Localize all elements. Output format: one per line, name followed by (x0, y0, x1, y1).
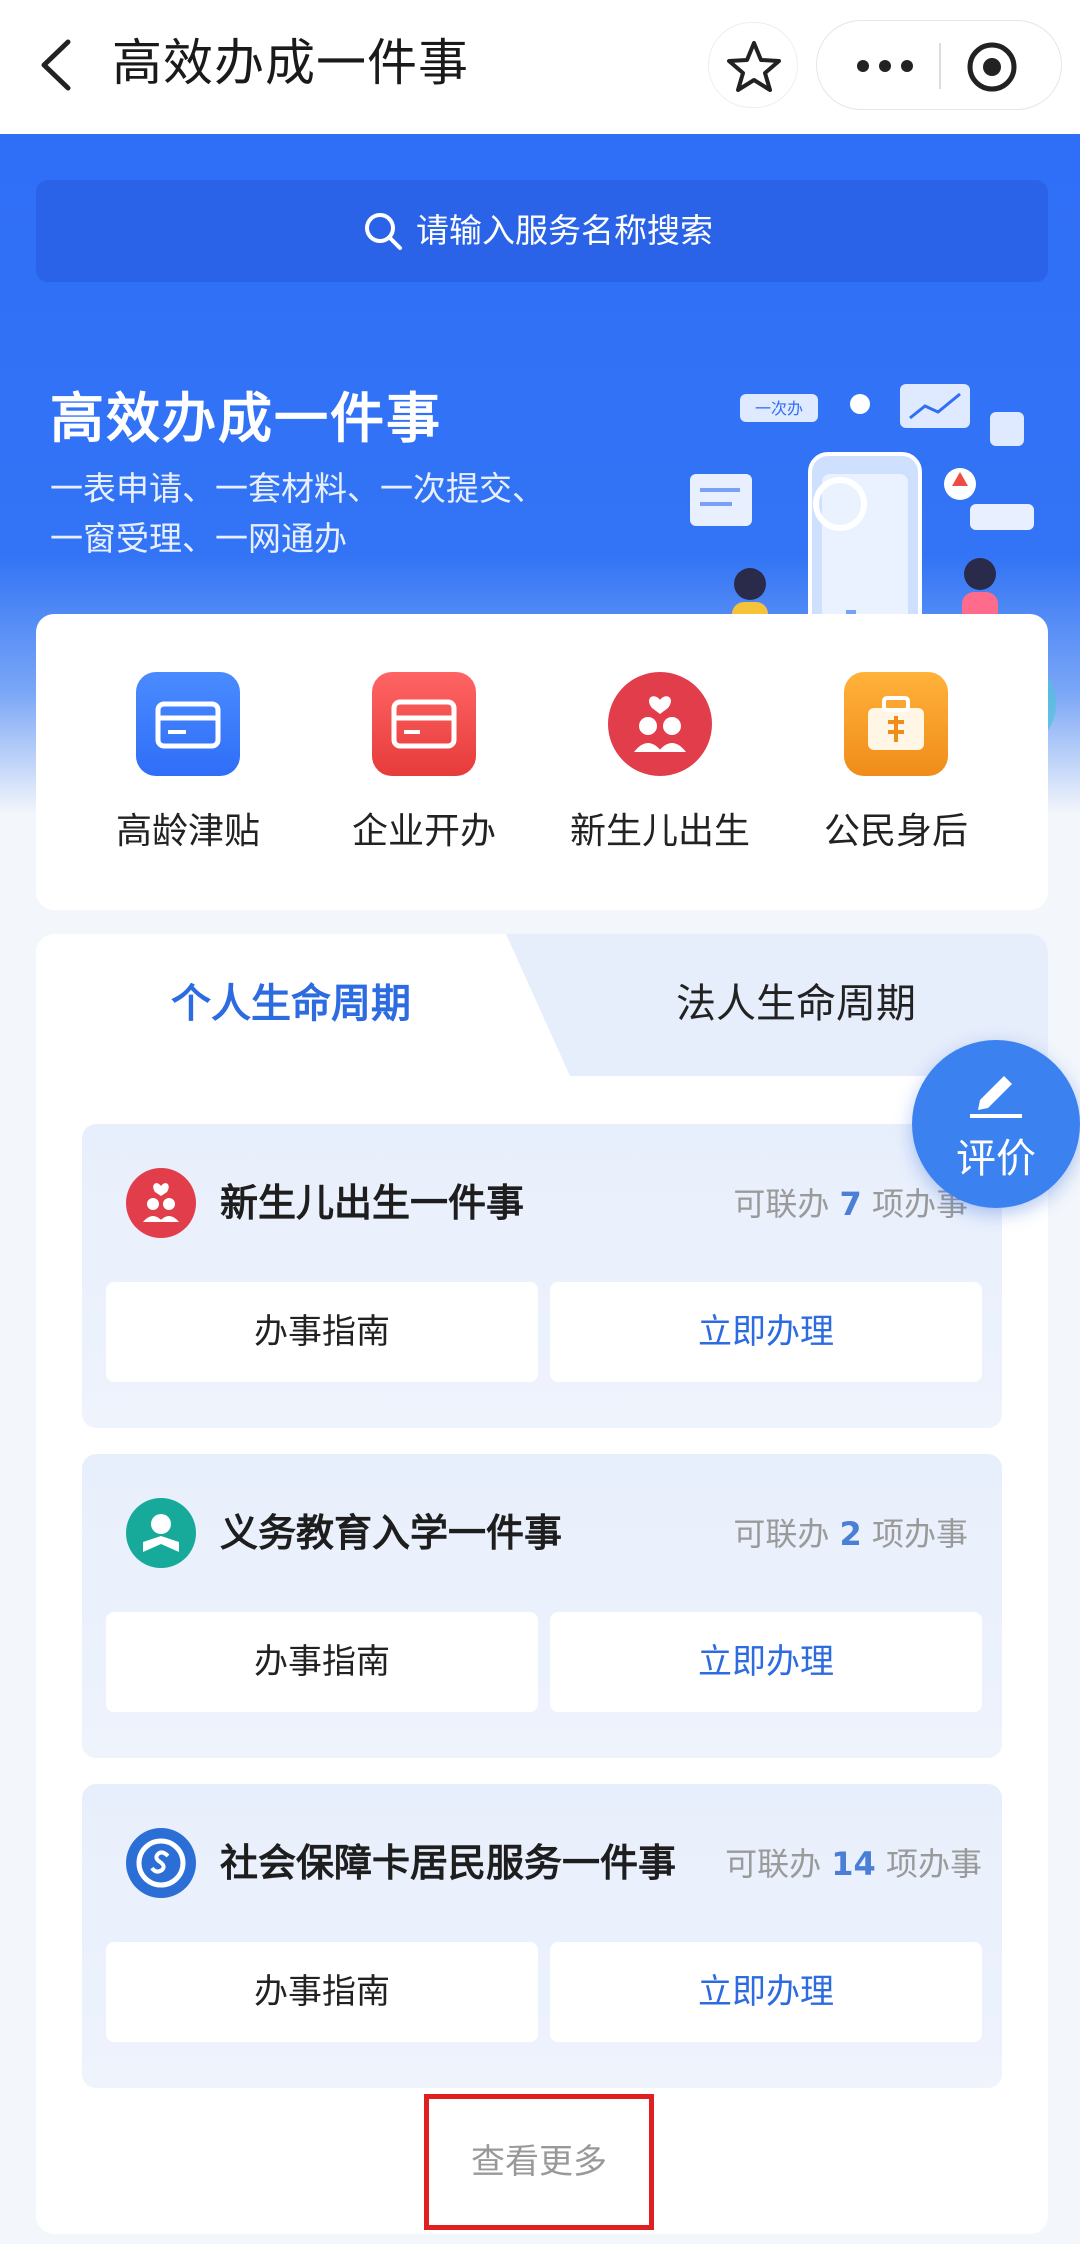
mini-program-capsule (816, 20, 1062, 110)
quick-item-label: 公民身后 (823, 811, 968, 852)
service-count: 可联办 14 项办事 (725, 1834, 982, 1894)
service-name: 义务教育入学一件事 (220, 1511, 563, 1555)
service-name: 新生儿出生一件事 (220, 1181, 525, 1225)
service-count: 可联办 2 项办事 (733, 1504, 968, 1564)
search-placeholder: 请输入服务名称搜索 (416, 211, 713, 250)
quick-item-label: 高龄津贴 (115, 811, 260, 852)
guide-button[interactable]: 办事指南 (106, 1612, 538, 1712)
count-suffix: 项办事 (871, 1515, 968, 1553)
more-options-icon[interactable] (847, 41, 923, 91)
hero-subtitle-line: 一窗受理、一网通办 (50, 519, 347, 558)
view-more-button[interactable]: 查看更多 (429, 2099, 649, 2225)
star-icon (727, 41, 781, 92)
hero-title: 高效办成一件事 (50, 387, 442, 450)
newborn-icon (126, 1168, 196, 1238)
service-card: 义务教育入学一件事 可联办 2 项办事 办事指南 立即办理 (82, 1454, 1002, 1758)
count-prefix: 可联办 (733, 1185, 830, 1223)
close-target-icon[interactable] (963, 38, 1021, 96)
quick-item-citizen-posthumous[interactable]: 公民身后 (796, 672, 996, 872)
hero-subtitle-line: 一表申请、一套材料、一次提交、 (50, 469, 545, 508)
briefcase-icon (844, 672, 948, 776)
student-icon (126, 1498, 196, 1568)
view-more-highlight: 查看更多 (424, 2094, 654, 2230)
count-suffix: 项办事 (885, 1845, 982, 1883)
apply-button[interactable]: 立即办理 (550, 1282, 982, 1382)
count-prefix: 可联办 (733, 1515, 830, 1553)
count-number: 2 (839, 1515, 862, 1553)
service-name: 社会保障卡居民服务一件事 (220, 1841, 677, 1885)
lifecycle-card: 个人生命周期 法人生命周期 新生儿出生一件事 可联办 7 项办事 办事指南 立即… (36, 934, 1048, 2234)
lifecycle-tabs: 个人生命周期 法人生命周期 (36, 934, 1048, 1076)
business-card-icon (372, 672, 476, 776)
guide-button[interactable]: 办事指南 (106, 1282, 538, 1382)
back-arrow-icon[interactable] (28, 30, 88, 100)
tab-personal-lifecycle[interactable]: 个人生命周期 (36, 964, 546, 1044)
rate-button[interactable]: 评价 (912, 1040, 1080, 1208)
guide-button[interactable]: 办事指南 (106, 1942, 538, 2042)
elder-card-icon (136, 672, 240, 776)
quick-item-business-startup[interactable]: 企业开办 (324, 672, 524, 872)
capsule-divider (939, 43, 941, 89)
apply-button[interactable]: 立即办理 (550, 1612, 982, 1712)
favorite-button[interactable] (708, 22, 798, 108)
edit-pencil-icon (970, 1076, 1022, 1118)
search-icon (365, 213, 402, 250)
count-number: 7 (839, 1185, 862, 1223)
page-title: 高效办成一件事 (112, 34, 469, 92)
social-security-icon (126, 1828, 196, 1898)
tab-corporate-lifecycle[interactable]: 法人生命周期 (556, 964, 1036, 1044)
quick-item-newborn[interactable]: 新生儿出生 (560, 672, 760, 872)
newborn-icon (608, 672, 712, 776)
quick-item-elder-allowance[interactable]: 高龄津贴 (88, 672, 288, 872)
hero-subtitle: 一表申请、一套材料、一次提交、 一窗受理、一网通办 (50, 464, 610, 564)
count-number: 14 (831, 1845, 876, 1883)
count-prefix: 可联办 (725, 1845, 822, 1883)
quick-item-label: 新生儿出生 (569, 811, 750, 852)
illus-badge-text: 一次办 (755, 400, 803, 418)
service-card: 新生儿出生一件事 可联办 7 项办事 办事指南 立即办理 (82, 1124, 1002, 1428)
search-bar[interactable]: 请输入服务名称搜索 (36, 180, 1048, 282)
quick-services-card: 高龄津贴 企业开办 新生儿出生 公民身后 (36, 614, 1048, 910)
rate-label: 评价 (956, 1136, 1036, 1182)
service-card: 社会保障卡居民服务一件事 可联办 14 项办事 办事指南 立即办理 (82, 1784, 1002, 2088)
quick-item-label: 企业开办 (351, 811, 496, 852)
top-bar: 高效办成一件事 (0, 0, 1080, 134)
apply-button[interactable]: 立即办理 (550, 1942, 982, 2042)
